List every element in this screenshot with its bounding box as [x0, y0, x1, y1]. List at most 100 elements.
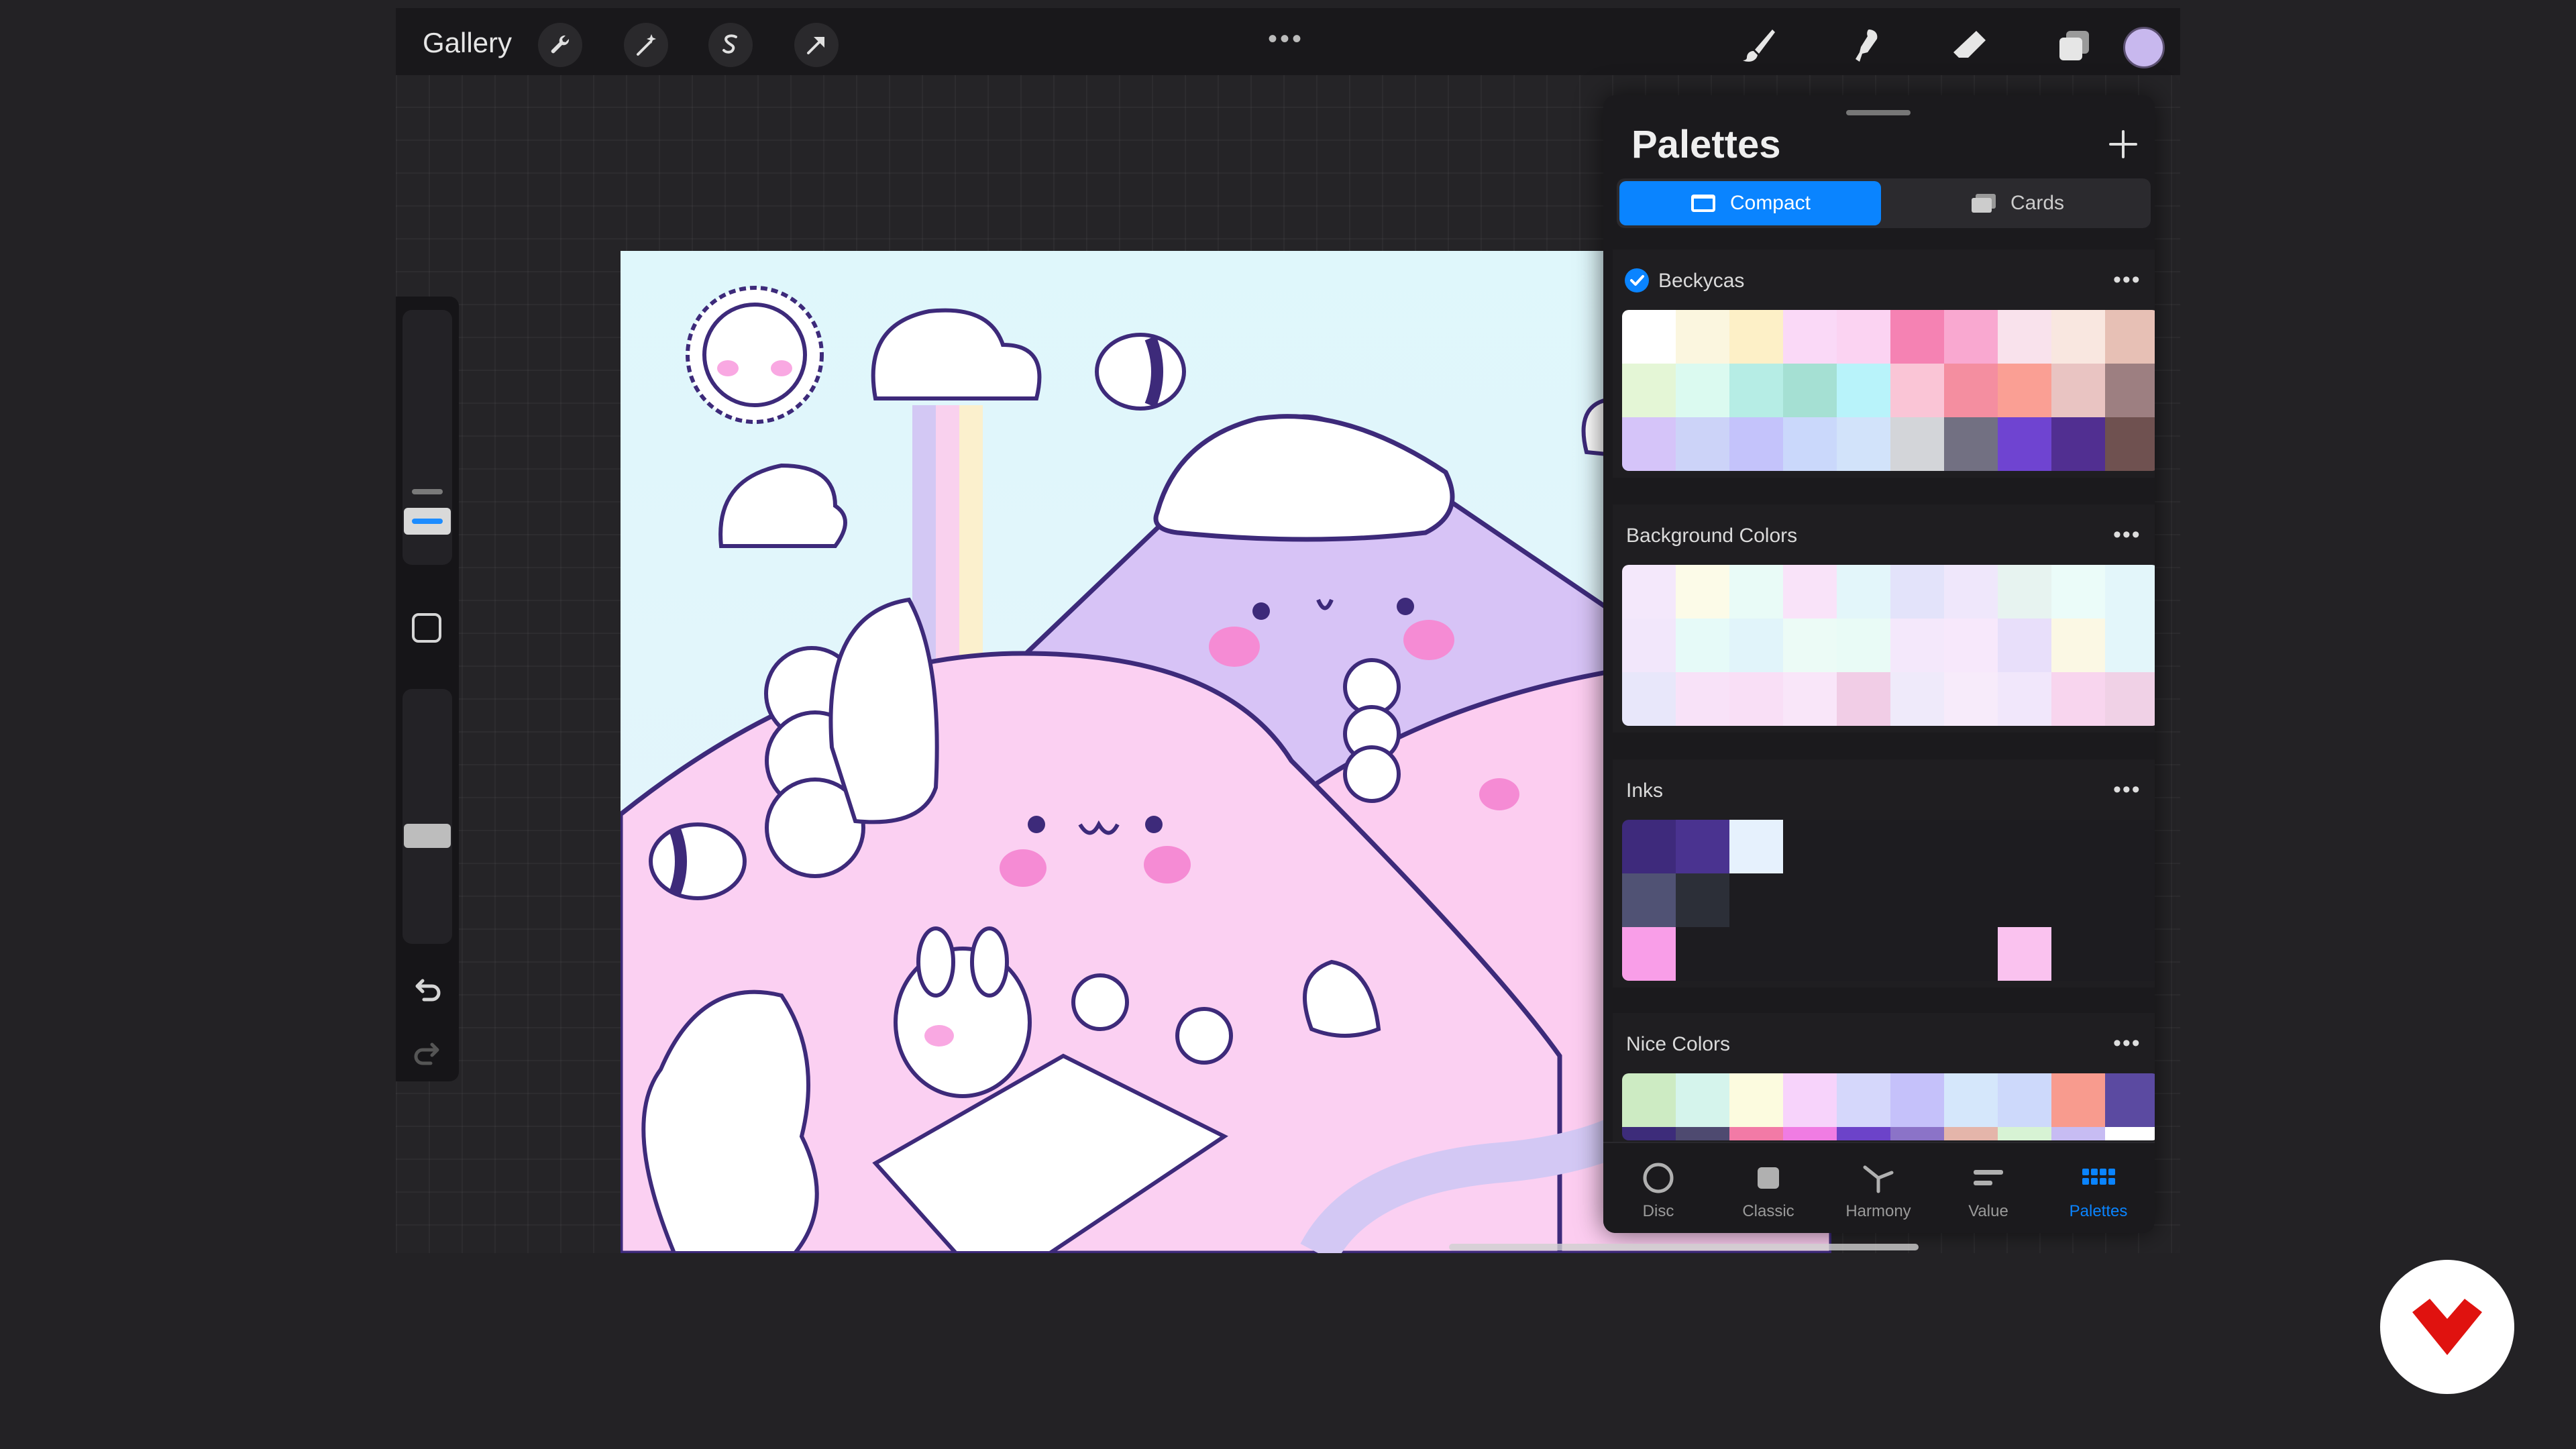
palette-inks[interactable]: Inks ••• [1613, 759, 2155, 987]
current-color-button[interactable] [2123, 27, 2165, 68]
color-swatch[interactable] [1729, 873, 1783, 927]
color-swatch[interactable] [1676, 565, 1729, 619]
color-swatch[interactable] [1622, 364, 1676, 417]
opacity-slider[interactable] [402, 689, 452, 944]
color-swatch[interactable] [1890, 310, 1944, 364]
color-swatch[interactable] [1783, 310, 1837, 364]
cards-view-button[interactable]: Cards [1886, 181, 2148, 225]
color-swatch[interactable] [2105, 310, 2155, 364]
layers-button[interactable] [2053, 24, 2096, 67]
color-swatch[interactable] [1837, 619, 1890, 672]
tab-value[interactable]: Value [1933, 1150, 2043, 1230]
color-swatch[interactable] [1783, 927, 1837, 981]
undo-icon[interactable] [409, 974, 445, 1010]
color-swatch[interactable] [1944, 927, 1998, 981]
color-swatch[interactable] [2105, 672, 2155, 726]
color-swatch[interactable] [1676, 1073, 1729, 1127]
color-swatch[interactable] [1998, 927, 2051, 981]
color-swatch[interactable] [2051, 820, 2105, 873]
brush-size-thumb[interactable] [404, 508, 451, 535]
color-swatch[interactable] [1998, 672, 2051, 726]
color-swatch[interactable] [2105, 565, 2155, 619]
color-swatch[interactable] [1783, 619, 1837, 672]
tab-palettes[interactable]: Palettes [2043, 1150, 2153, 1230]
color-swatch[interactable] [1998, 310, 2051, 364]
color-swatch[interactable] [1676, 927, 1729, 981]
color-swatch[interactable] [1890, 820, 1944, 873]
color-swatch[interactable] [2051, 1127, 2105, 1140]
palette-options-button[interactable]: ••• [2113, 777, 2141, 803]
color-swatch[interactable] [1837, 927, 1890, 981]
color-swatch[interactable] [1783, 1127, 1837, 1140]
color-swatch[interactable] [1622, 310, 1676, 364]
color-swatch[interactable] [1944, 1127, 1998, 1140]
color-swatch[interactable] [1890, 364, 1944, 417]
color-swatch[interactable] [2105, 820, 2155, 873]
adjustments-wand-button[interactable] [624, 23, 668, 67]
brush-tool-button[interactable] [1737, 24, 1780, 67]
color-swatch[interactable] [1890, 417, 1944, 471]
color-swatch[interactable] [1890, 927, 1944, 981]
color-swatch[interactable] [1837, 1073, 1890, 1127]
color-swatch[interactable] [1944, 310, 1998, 364]
color-swatch[interactable] [2105, 417, 2155, 471]
redo-icon[interactable] [409, 1038, 445, 1074]
color-swatch[interactable] [1783, 417, 1837, 471]
modify-square-button[interactable] [412, 613, 441, 643]
color-swatch[interactable] [1837, 1127, 1890, 1140]
palette-beckycas[interactable]: Beckycas ••• [1613, 250, 2155, 478]
color-swatch[interactable] [1890, 1073, 1944, 1127]
color-swatch[interactable] [1729, 417, 1783, 471]
color-swatch[interactable] [1998, 364, 2051, 417]
add-palette-icon[interactable] [2106, 127, 2140, 161]
compact-view-button[interactable]: Compact [1619, 181, 1881, 225]
palette-options-button[interactable]: ••• [2113, 522, 2141, 548]
color-swatch[interactable] [1676, 873, 1729, 927]
color-swatch[interactable] [1729, 310, 1783, 364]
color-swatch[interactable] [1783, 565, 1837, 619]
color-swatch[interactable] [1837, 565, 1890, 619]
eraser-tool-button[interactable] [1948, 24, 1991, 67]
color-swatch[interactable] [1944, 873, 1998, 927]
color-swatch[interactable] [1622, 672, 1676, 726]
color-swatch[interactable] [1783, 873, 1837, 927]
color-swatch[interactable] [1729, 672, 1783, 726]
color-swatch[interactable] [1944, 619, 1998, 672]
color-swatch[interactable] [1998, 1073, 2051, 1127]
opacity-thumb[interactable] [404, 824, 451, 848]
color-swatch[interactable] [2105, 1127, 2155, 1140]
color-swatch[interactable] [1890, 619, 1944, 672]
color-swatch[interactable] [1890, 672, 1944, 726]
color-swatch[interactable] [1729, 927, 1783, 981]
color-swatch[interactable] [1676, 417, 1729, 471]
gallery-button[interactable]: Gallery [423, 27, 512, 59]
color-swatch[interactable] [1837, 310, 1890, 364]
color-swatch[interactable] [1676, 1127, 1729, 1140]
color-swatch[interactable] [1998, 619, 2051, 672]
smudge-tool-button[interactable] [1843, 24, 1886, 67]
selection-button[interactable] [708, 23, 753, 67]
color-swatch[interactable] [2105, 873, 2155, 927]
tab-classic[interactable]: Classic [1713, 1150, 1823, 1230]
panel-drag-handle[interactable] [1846, 110, 1911, 115]
color-swatch[interactable] [1622, 820, 1676, 873]
palette-options-button[interactable]: ••• [2113, 1030, 2141, 1057]
color-swatch[interactable] [2051, 672, 2105, 726]
color-swatch[interactable] [1837, 820, 1890, 873]
color-swatch[interactable] [1944, 820, 1998, 873]
color-swatch[interactable] [2051, 619, 2105, 672]
color-swatch[interactable] [1676, 619, 1729, 672]
color-swatch[interactable] [2105, 1073, 2155, 1127]
color-swatch[interactable] [1783, 820, 1837, 873]
color-swatch[interactable] [1998, 417, 2051, 471]
transform-button[interactable] [794, 23, 839, 67]
color-swatch[interactable] [1729, 820, 1783, 873]
color-swatch[interactable] [1837, 672, 1890, 726]
color-swatch[interactable] [2105, 364, 2155, 417]
color-swatch[interactable] [1837, 417, 1890, 471]
color-swatch[interactable] [1622, 1127, 1676, 1140]
color-swatch[interactable] [1622, 1073, 1676, 1127]
color-swatch[interactable] [1890, 1127, 1944, 1140]
color-swatch[interactable] [1837, 873, 1890, 927]
palette-nice-colors[interactable]: Nice Colors ••• [1613, 1013, 2155, 1142]
